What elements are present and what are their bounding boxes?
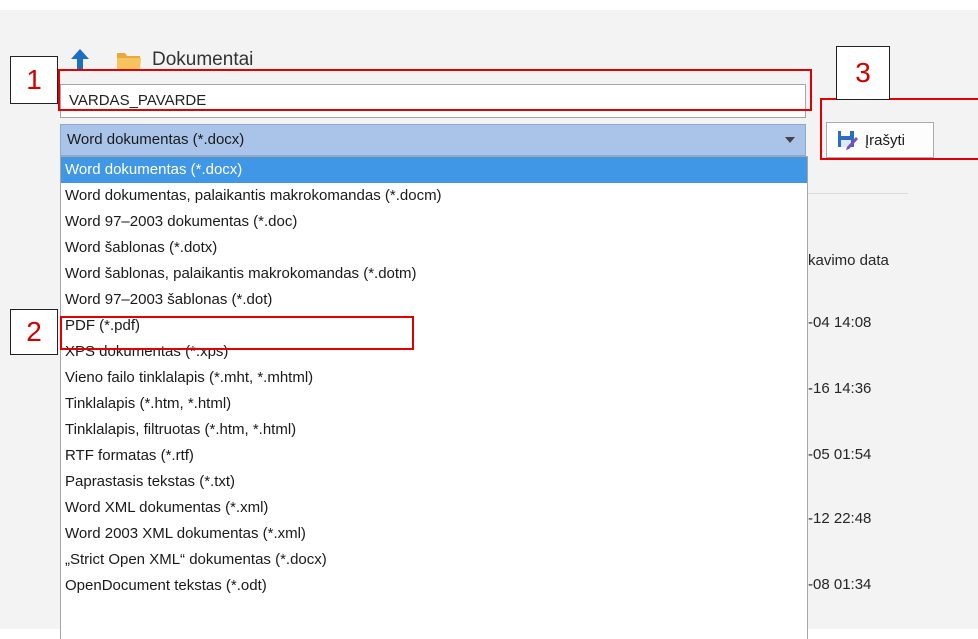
file-type-option[interactable]: RTF formatas (*.rtf) [61, 443, 807, 469]
file-type-option[interactable]: Paprastasis tekstas (*.txt) [61, 469, 807, 495]
folder-icon [117, 53, 141, 69]
file-type-option[interactable]: Word šablonas, palaikantis makrokomandas… [61, 261, 807, 287]
file-date-cell: -16 14:36 [808, 380, 872, 397]
file-date-cell: -12 22:48 [808, 510, 872, 527]
file-date-cell: -05 01:54 [808, 446, 872, 463]
annotation-step-3: 3 [836, 46, 890, 100]
file-type-option[interactable]: Word 2003 XML dokumentas (*.xml) [61, 521, 807, 547]
file-type-option[interactable]: OpenDocument tekstas (*.odt) [61, 573, 807, 599]
file-type-dropdown-list: Word dokumentas (*.docx) Word dokumentas… [60, 156, 808, 639]
file-type-option[interactable]: Word 97–2003 šablonas (*.dot) [61, 287, 807, 313]
file-type-selected-label: Word dokumentas (*.docx) [67, 131, 245, 148]
file-date-cell: -08 01:34 [808, 576, 872, 593]
annotation-box-filename [58, 69, 812, 111]
date-modified-column-header[interactable]: kavimo data [808, 252, 889, 269]
annotation-step-1: 1 [10, 56, 58, 104]
annotation-step-2: 2 [10, 309, 58, 355]
file-type-option[interactable]: Word XML dokumentas (*.xml) [61, 495, 807, 521]
divider [808, 193, 908, 194]
annotation-box-save [820, 98, 978, 160]
file-date-cell: -04 14:08 [808, 314, 872, 331]
file-type-select[interactable]: Word dokumentas (*.docx) [60, 124, 806, 156]
file-type-option[interactable]: Tinklalapis (*.htm, *.html) [61, 391, 807, 417]
chevron-down-icon[interactable] [785, 137, 795, 143]
file-type-option[interactable]: Word dokumentas, palaikantis makrokomand… [61, 183, 807, 209]
file-type-option[interactable]: Word šablonas (*.dotx) [61, 235, 807, 261]
annotation-box-pdf [60, 316, 414, 350]
file-type-option[interactable]: Tinklalapis, filtruotas (*.htm, *.html) [61, 417, 807, 443]
current-folder-name[interactable]: Dokumentai [152, 49, 253, 71]
file-type-option[interactable]: Word 97–2003 dokumentas (*.doc) [61, 209, 807, 235]
file-type-option[interactable]: Vieno failo tinklalapis (*.mht, *.mhtml) [61, 365, 807, 391]
file-type-option[interactable]: Word dokumentas (*.docx) [61, 157, 807, 183]
file-type-option[interactable]: „Strict Open XML“ dokumentas (*.docx) [61, 547, 807, 573]
